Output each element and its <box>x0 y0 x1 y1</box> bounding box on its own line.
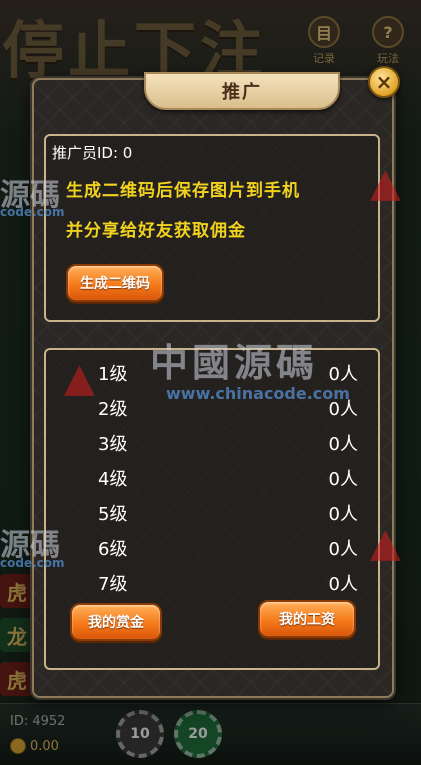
level-count: 0人 <box>328 504 358 525</box>
promotion-info-panel: 推广员ID: 0 生成二维码后保存图片到手机 并分享给好友获取佣金 生成二维码 <box>44 134 380 322</box>
level-row: 7级 0人 <box>46 570 378 600</box>
level-row: 4级 0人 <box>46 465 378 495</box>
level-row: 6级 0人 <box>46 535 378 565</box>
level-count: 0人 <box>328 434 358 455</box>
level-count: 0人 <box>328 539 358 560</box>
level-label: 6级 <box>98 539 128 560</box>
level-label: 7级 <box>98 574 128 595</box>
level-row: 3级 0人 <box>46 430 378 460</box>
level-label: 4级 <box>98 469 128 490</box>
generate-qr-button[interactable]: 生成二维码 <box>66 264 164 302</box>
level-row: 1级 0人 <box>46 360 378 390</box>
my-wage-button[interactable]: 我的工资 <box>258 600 356 638</box>
level-count: 0人 <box>328 574 358 595</box>
level-row: 2级 0人 <box>46 395 378 425</box>
promo-text-line-2: 并分享给好友获取佣金 <box>66 221 246 241</box>
promoter-id: 推广员ID: 0 <box>52 144 133 162</box>
level-label: 1级 <box>98 364 128 385</box>
promo-text-line-1: 生成二维码后保存图片到手机 <box>66 181 300 201</box>
referral-levels-panel: 1级 0人 2级 0人 3级 0人 4级 0人 5级 0人 6级 0人 7级 0… <box>44 348 380 670</box>
dialog-title: 推广 <box>144 72 340 110</box>
my-bounty-button[interactable]: 我的赏金 <box>70 603 162 641</box>
level-label: 2级 <box>98 399 128 420</box>
level-label: 3级 <box>98 434 128 455</box>
level-count: 0人 <box>328 469 358 490</box>
level-count: 0人 <box>328 399 358 420</box>
level-row: 5级 0人 <box>46 500 378 530</box>
level-count: 0人 <box>328 364 358 385</box>
promotion-dialog: 推广 推广员ID: 0 生成二维码后保存图片到手机 并分享给好友获取佣金 生成二… <box>32 72 394 698</box>
level-label: 5级 <box>98 504 128 525</box>
close-button[interactable]: × <box>368 66 400 98</box>
